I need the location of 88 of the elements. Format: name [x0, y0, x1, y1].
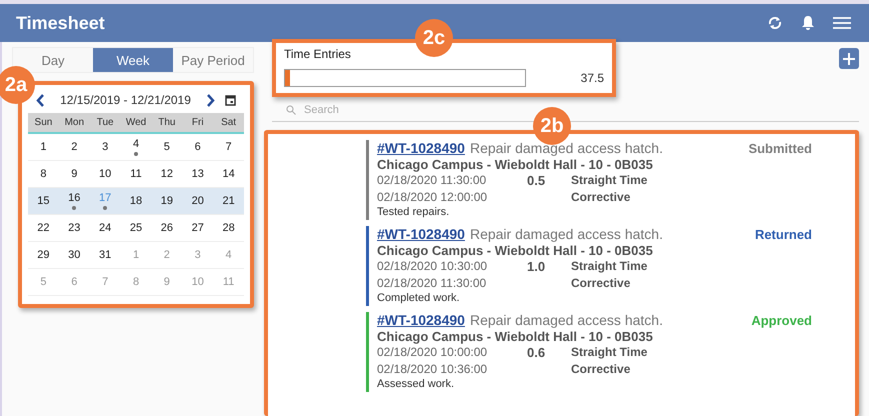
entry-note: Completed work.	[377, 292, 461, 304]
plus-icon	[843, 52, 855, 64]
calendar-day[interactable]: 7	[226, 141, 232, 153]
calendar-week-row[interactable]: 1 2 3 4 5 6 7	[28, 134, 244, 161]
calendar-day[interactable]: 14	[222, 168, 235, 180]
view-tab[interactable]: Week	[93, 48, 173, 72]
hours-value: 0.6	[527, 345, 546, 360]
calendar-day[interactable]: 6	[194, 141, 201, 153]
calendar-day[interactable]: 13	[192, 168, 204, 180]
bell-icon[interactable]	[801, 15, 815, 31]
calendar-week-row[interactable]: 22 23 24 25 26 27 28	[28, 215, 244, 242]
weekday-label: Sun	[34, 116, 54, 130]
end-time: 02/18/2020 10:36:00	[377, 362, 488, 376]
calendar-day[interactable]: 8	[40, 168, 46, 180]
calendar-day[interactable]: 2	[71, 141, 78, 153]
calendar-day[interactable]: 12	[160, 168, 173, 180]
location-text: Chicago Campus - Wieboldt Hall - 10 - 0B035	[377, 157, 654, 172]
calendar-day[interactable]: 4	[132, 138, 140, 150]
weekday-label: Wed	[124, 116, 148, 130]
work-category: Corrective	[571, 362, 632, 376]
calendar-day[interactable]: 29	[37, 249, 50, 261]
entry-note: Assessed work.	[377, 378, 456, 390]
time-type: Straight Time	[571, 173, 648, 188]
calendar-day[interactable]: 10	[99, 168, 112, 180]
calendar-day[interactable]: 1	[40, 141, 46, 153]
location-text: Chicago Campus - Wieboldt Hall - 10 - 0B035	[377, 329, 654, 344]
calendar-day[interactable]: 18	[130, 195, 142, 207]
entry-status: Approved	[751, 313, 812, 328]
sync-icon[interactable]	[767, 15, 783, 31]
hours-value: 1.0	[527, 259, 546, 274]
calendar-day[interactable]: 26	[160, 222, 173, 234]
start-time: 02/18/2020 10:30:00	[377, 259, 488, 274]
calendar-week-row[interactable]: 15 16 17 18 19 20 21	[28, 188, 244, 215]
calendar-day[interactable]: 9	[71, 168, 78, 180]
search-field[interactable]: Search	[302, 103, 448, 117]
chevron-right-icon[interactable]	[206, 94, 215, 106]
calendar-day[interactable]: 24	[99, 222, 112, 234]
calendar-week-row[interactable]: 29 30 31 1 2 3 4	[28, 242, 244, 269]
work-description: Repair damaged access hatch.	[470, 312, 664, 328]
location-text: Chicago Campus - Wieboldt Hall - 10 - 0B035	[377, 243, 654, 258]
entry-status: Returned	[754, 227, 812, 242]
summary-title: Time Entries	[284, 47, 351, 61]
time-type: Straight Time	[571, 345, 648, 360]
calendar-day[interactable]: 25	[130, 222, 142, 234]
calendar-day[interactable]: 19	[160, 195, 173, 207]
calendar-day[interactable]: 16	[68, 192, 80, 204]
calendar-day[interactable]: 22	[37, 222, 50, 234]
hours-value: 0.5	[527, 173, 546, 188]
end-time: 02/18/2020 12:00:00	[377, 190, 488, 204]
entry-status: Submitted	[748, 141, 812, 156]
calendar-day[interactable]: 15	[37, 195, 50, 207]
time-type: Straight Time	[571, 259, 648, 274]
time-entry-card[interactable]: #WT-1028490 Repair damaged access hatch. Returned Chicago Campus - Wieboldt Hall - 10 - 0B035 02/18/2020 10:30:00 1.0 Straight Time 02/18/2020 11:30:00 Corrective Completed work.	[366, 226, 812, 306]
time-entry-card[interactable]: #WT-1028490 Repair damaged access hatch. Approved Chicago Campus - Wieboldt Hall - 10 - 0B035 02/18/2020 10:00:00 0.6 Straight Time 02/18/2020 10:36:00 Corrective Assessed work.	[366, 312, 812, 392]
search-icon	[286, 105, 296, 115]
calendar-icon[interactable]	[225, 94, 236, 106]
calendar-day[interactable]: 28	[222, 222, 235, 234]
work-category: Corrective	[571, 276, 632, 290]
app-title: Timesheet	[16, 12, 105, 34]
calendar-day[interactable]: 3	[102, 141, 108, 153]
work-order-link[interactable]: #WT-1028490	[377, 140, 465, 156]
work-category: Corrective	[571, 190, 632, 204]
work-order-link[interactable]: #WT-1028490	[377, 312, 465, 328]
calendar-day[interactable]: 23	[68, 222, 80, 234]
entry-note: Tested repairs.	[377, 206, 450, 218]
weekday-label: Tue	[96, 116, 115, 130]
calendar-day[interactable]: 30	[68, 249, 80, 261]
menu-icon[interactable]	[833, 16, 851, 30]
weekday-label: Thu	[157, 116, 176, 130]
total-hours: 37.5	[580, 71, 604, 85]
start-time: 02/18/2020 11:30:00	[377, 173, 488, 188]
calendar-day[interactable]: 11	[130, 168, 142, 180]
start-time: 02/18/2020 10:00:00	[377, 345, 488, 360]
calendar-day[interactable]: 21	[222, 195, 235, 207]
chevron-left-icon[interactable]	[36, 94, 45, 106]
calendar-day[interactable]: 20	[192, 195, 204, 207]
weekday-label: Fri	[190, 116, 205, 130]
work-description: Repair damaged access hatch.	[470, 226, 664, 242]
weekday-label: Mon	[64, 116, 86, 130]
work-order-link[interactable]: #WT-1028490	[377, 226, 465, 242]
calendar-day[interactable]: 5	[164, 141, 170, 153]
calendar-day[interactable]: 31	[99, 249, 112, 261]
weekday-label: Sat	[220, 116, 238, 130]
view-tab[interactable]: Pay Period	[173, 48, 253, 72]
calendar-day[interactable]: 27	[192, 222, 204, 234]
add-button[interactable]	[839, 48, 859, 69]
date-range: 12/15/2019 - 12/21/2019	[59, 93, 192, 107]
end-time: 02/18/2020 11:30:00	[377, 276, 488, 290]
